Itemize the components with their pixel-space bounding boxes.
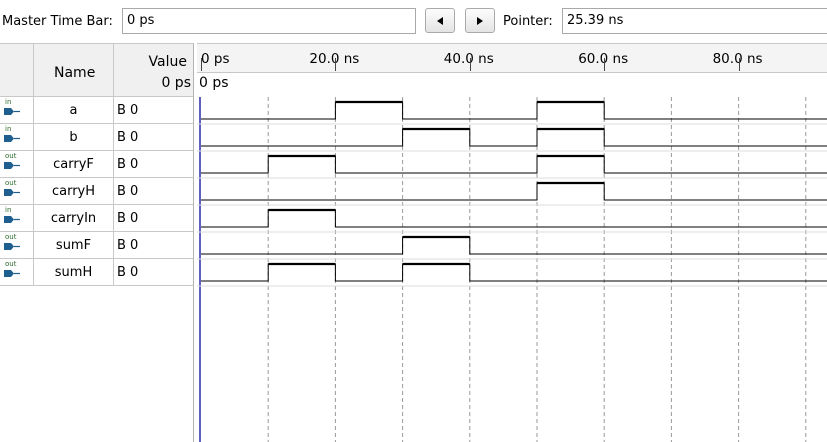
pin-direction-label: out: [5, 260, 17, 268]
signal-value: B 0: [117, 265, 139, 280]
pin-direction-label: in: [5, 125, 12, 133]
waveform-panel[interactable]: 0 ps 20.0 ns 40.0 ns 60.0 ns 80.0 ns 0 ps: [197, 43, 827, 442]
signal-row-carryh[interactable]: out carryH B 0: [0, 178, 193, 205]
output-pin-icon: out: [0, 259, 34, 285]
signal-row-sumf[interactable]: out sumF B 0: [0, 232, 193, 259]
value-header-label: Value: [148, 54, 187, 70]
pin-direction-label: in: [5, 98, 12, 106]
signal-value: B 0: [117, 184, 139, 199]
signal-value: B 0: [117, 130, 139, 145]
waveform-carryh: [201, 182, 827, 201]
waveform-sumh: [201, 263, 827, 282]
pin-direction-label: out: [5, 179, 17, 187]
pin-direction-label: out: [5, 233, 17, 241]
signal-table: Name Value 0 ps in a B 0 in b B 0 out carryF B 0…: [0, 43, 194, 442]
icon-column-header: [0, 44, 34, 97]
waveform-sumf: [201, 236, 827, 255]
triangle-right-icon: [477, 17, 483, 25]
signal-name: b: [34, 124, 114, 150]
waveform-a: [201, 101, 827, 120]
master-time-bar-input[interactable]: 0 ps: [122, 8, 416, 34]
output-pin-icon: out: [0, 232, 34, 258]
value-column-header[interactable]: Value 0 ps: [114, 44, 193, 97]
value-time-label: 0 ps: [161, 75, 191, 91]
signal-value: B 0: [117, 157, 139, 172]
signal-value: B 0: [117, 238, 139, 253]
signal-row-sumh[interactable]: out sumH B 0: [0, 259, 193, 286]
master-time-bar-label: Master Time Bar:: [2, 14, 113, 29]
signal-value: B 0: [117, 103, 139, 118]
input-pin-icon: in: [0, 97, 34, 123]
signal-value: B 0: [117, 211, 139, 226]
signal-name: a: [34, 97, 114, 123]
name-column-header[interactable]: Name: [34, 44, 114, 97]
pin-direction-label: in: [5, 206, 12, 214]
signal-name: carryH: [34, 178, 114, 204]
signal-row-carryf[interactable]: out carryF B 0: [0, 151, 193, 178]
signal-row-carryin[interactable]: in carryIn B 0: [0, 205, 193, 232]
output-pin-icon: out: [0, 178, 34, 204]
signal-name: carryF: [34, 151, 114, 177]
waveform-b: [201, 128, 827, 147]
signal-name: sumH: [34, 259, 114, 285]
name-header-label: Name: [54, 65, 96, 81]
input-pin-icon: in: [0, 124, 34, 150]
pointer-label: Pointer:: [503, 14, 553, 29]
signal-row-a[interactable]: in a B 0: [0, 97, 193, 124]
output-pin-icon: out: [0, 151, 34, 177]
signal-row-b[interactable]: in b B 0: [0, 124, 193, 151]
pin-direction-label: out: [5, 152, 17, 160]
waveform-carryf: [201, 155, 827, 174]
triangle-left-icon: [437, 17, 443, 25]
next-transition-button[interactable]: [465, 8, 495, 33]
previous-transition-button[interactable]: [425, 8, 455, 33]
waveform-canvas[interactable]: [197, 44, 827, 442]
input-pin-icon: in: [0, 205, 34, 231]
waveform-carryin: [201, 209, 827, 228]
signal-name: carryIn: [34, 205, 114, 231]
pointer-input[interactable]: 25.39 ns: [562, 8, 827, 34]
signal-name: sumF: [34, 232, 114, 258]
